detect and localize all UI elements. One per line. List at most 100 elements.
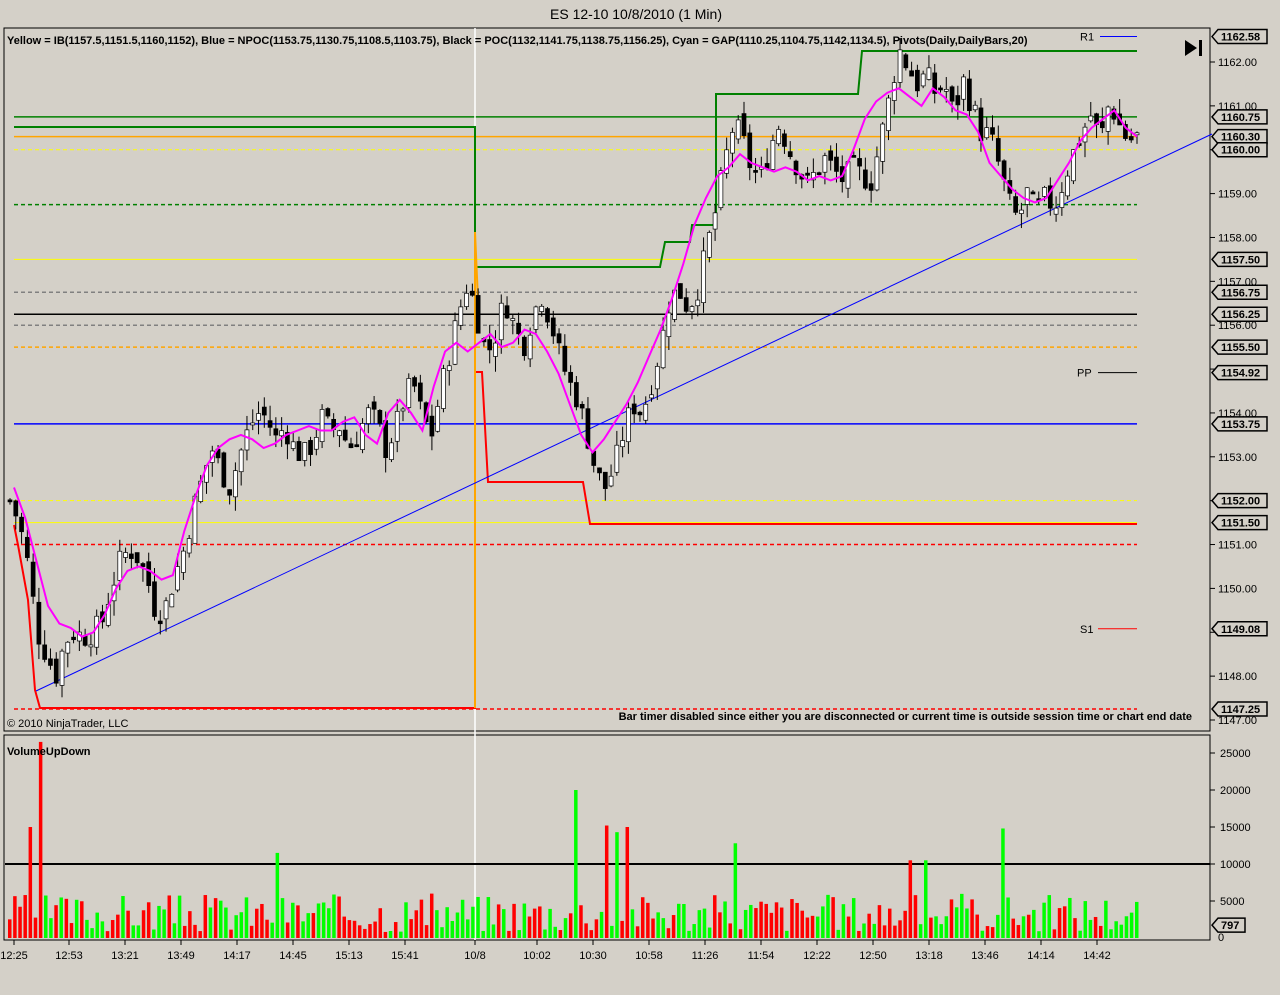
candle-body [955,95,961,106]
window-title: ES 12-10 10/8/2010 (1 Min) [550,6,722,22]
volume-bar [218,900,223,938]
volume-bar [697,910,702,938]
volume-bar [460,899,465,938]
volume-bar [630,909,635,938]
candle-body [348,443,354,449]
candle-body [880,123,886,162]
candle-body [313,437,319,450]
volume-bar [877,905,882,938]
candle-body [65,641,71,654]
candle-body [701,250,706,303]
volume-bar [882,925,887,938]
volume-bar [383,931,388,938]
volume-bar [1129,912,1134,938]
volume-bar [285,922,290,938]
volume-bar [846,916,851,938]
candle-body [787,151,793,157]
time-tick-label: 14:14 [1027,950,1055,962]
volume-bar [496,904,501,938]
volume-bar [64,898,69,938]
volume-bar [872,923,877,938]
volume-bar [28,827,33,938]
candle-body [1099,121,1105,129]
candle-body [678,283,683,299]
candle-body [967,78,972,112]
volume-bar [69,923,74,938]
volume-bar [90,928,94,938]
candle-body [342,429,348,441]
time-tick-label: 13:21 [111,950,139,962]
time-tick-label: 15:41 [391,950,419,962]
volume-bar [208,907,213,938]
volume-bar [507,930,511,938]
volume-bar [1124,916,1129,938]
volume-tick-label: 10000 [1220,859,1251,871]
candle-body [718,170,724,209]
volume-bar [579,905,583,938]
volume-bar [527,916,532,938]
candle-body [649,394,654,399]
candle-body [88,644,94,648]
volume-bar [352,920,357,938]
price-tag-label: 1162.58 [1221,32,1260,44]
candle-body [874,156,880,191]
volume-bar [435,910,439,938]
skip-to-end-icon[interactable] [1183,38,1205,58]
volume-bar [728,923,732,938]
volume-bar [368,924,372,938]
volume-bar [651,918,655,938]
volume-bar [486,897,491,938]
candle-body [371,401,377,410]
candle-body [146,561,152,586]
candle-body [666,312,672,338]
candle-body [516,322,521,335]
price-tag-label: 1160.30 [1221,132,1260,144]
volume-bar [213,898,218,938]
candle-body [30,561,36,597]
candle-body [1013,196,1018,213]
volume-bar [414,910,419,938]
volume-bar [224,907,228,938]
volume-bar [363,928,367,938]
volume-bar [795,902,799,938]
candle-body [943,88,949,92]
volume-bar [738,929,743,938]
candle-body [602,471,608,489]
volume-bar [1026,914,1031,938]
candle-body [308,440,313,455]
volume-bar [249,925,254,938]
time-tick-label: 13:18 [915,950,943,962]
candle-body [42,644,48,660]
volume-bar [162,909,166,938]
volume-bar [615,832,619,938]
volume-bar [177,895,182,938]
candle-body [82,635,88,646]
volume-bar [1104,900,1108,938]
chart-canvas[interactable]: ES 12-10 10/8/2010 (1 Min) R1 PP S1 1147.0… [0,0,1280,990]
candle-body [227,489,232,496]
volume-bar [1073,918,1077,938]
volume-bar [913,895,918,938]
copyright-text: © 2010 NinjaTrader, LLC [7,718,128,730]
candle-body [400,408,406,412]
candle-body [730,132,735,154]
volume-bar [821,906,825,938]
volume-bar [59,897,63,938]
volume-bar [471,906,475,938]
candle-body [175,566,180,591]
candle-body [550,317,556,337]
price-tag-label: 1160.75 [1221,112,1260,124]
candle-body [123,552,128,558]
volume-bar [548,908,552,938]
price-tick-label: 1158.00 [1218,232,1257,244]
volume-bar [152,929,156,938]
volume-bar [939,924,943,938]
candle-body [868,183,874,191]
volume-bar [270,922,274,938]
volume-bar [404,902,408,938]
volume-bar [996,914,1000,938]
volume-bar [666,928,671,938]
candle-body [1001,160,1007,180]
candle-body [990,127,995,135]
volume-bar [682,904,686,938]
